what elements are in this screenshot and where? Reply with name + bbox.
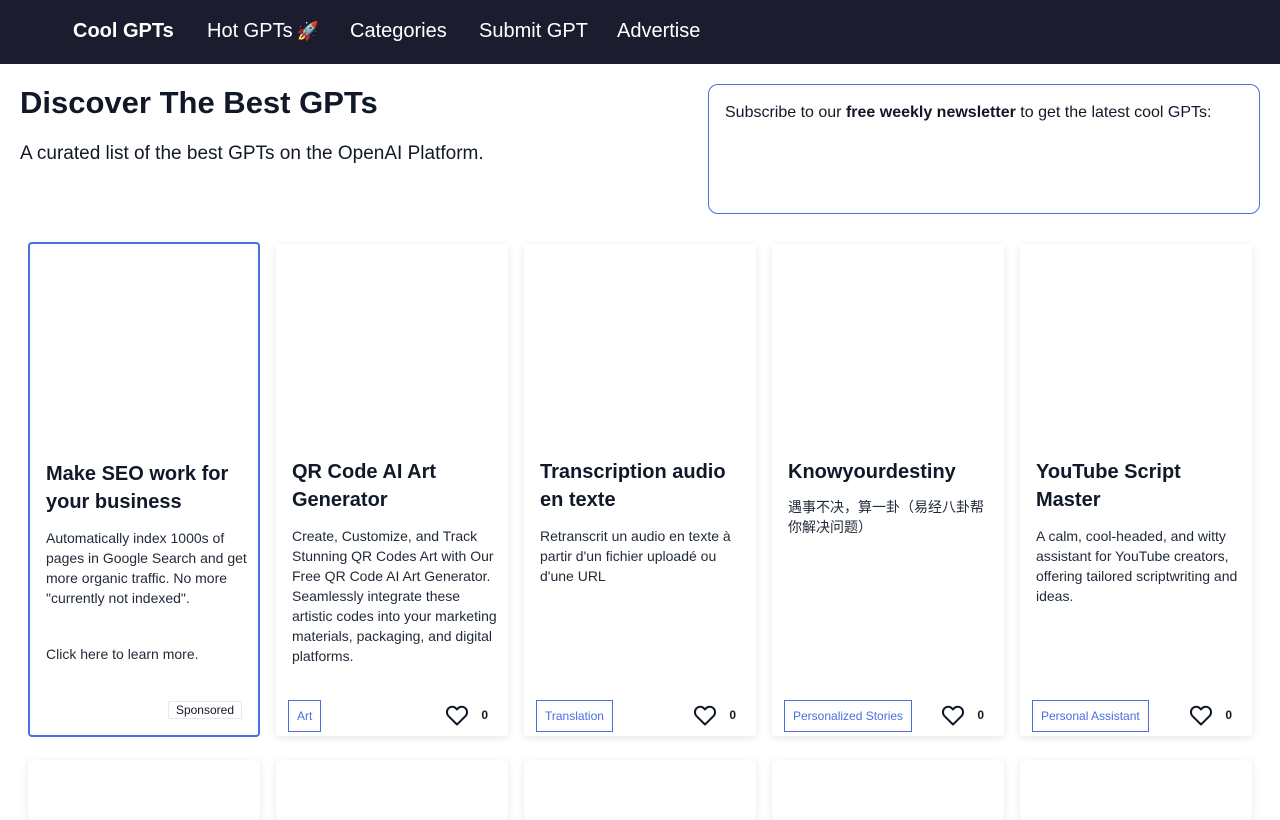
card-description: Retranscrit un audio en texte à partir d… [540, 528, 731, 584]
nav-link-categories[interactable]: Categories [350, 20, 447, 43]
nav-link-advertise[interactable]: Advertise [617, 20, 700, 43]
nav-link-hot-gpts-label: Hot GPTs [207, 20, 293, 42]
gpt-card-youtube-script[interactable]: YouTube Script Master A calm, cool-heade… [1020, 244, 1252, 736]
learn-more-link[interactable]: Click here to learn more. [46, 646, 199, 662]
nav-link-submit-gpt[interactable]: Submit GPT [479, 20, 588, 43]
newsletter-text-bold: free weekly newsletter [845, 104, 1016, 121]
heart-icon[interactable] [445, 704, 469, 726]
nav-link-hot-gpts[interactable]: Hot GPTs 🚀 [207, 20, 319, 43]
like-count: 0 [729, 708, 736, 722]
card-description: Create, Customize, and Track Stunning QR… [292, 528, 497, 664]
card-title: Make SEO work for your business [46, 463, 229, 513]
card-description: A calm, cool-headed, and witty assistant… [1036, 528, 1238, 604]
gpt-card-partial[interactable] [772, 760, 1004, 820]
like-control: 0 [693, 704, 736, 726]
newsletter-text-after: to get the latest cool GPTs: [1015, 104, 1212, 121]
card-description: Automatically index 1000s of pages in Go… [46, 530, 247, 606]
gpt-card-qr-code[interactable]: QR Code AI Art Generator Create, Customi… [276, 244, 508, 736]
like-count: 0 [1225, 708, 1232, 722]
heart-icon[interactable] [941, 704, 965, 726]
rocket-icon: 🚀 [296, 21, 319, 41]
card-title: Transcription audio en texte [540, 461, 726, 511]
gpt-card-partial[interactable] [276, 760, 508, 820]
like-control: 0 [1189, 704, 1232, 726]
gpt-card-partial[interactable] [524, 760, 756, 820]
sponsored-badge: Sponsored [167, 701, 242, 719]
newsletter-box: Subscribe to our free weekly newsletter … [708, 84, 1260, 214]
page-title: Discover The Best GPTs [20, 85, 378, 120]
category-tag-art[interactable]: Art [288, 700, 322, 732]
gpt-card-partial[interactable] [1020, 760, 1252, 820]
gpt-card-transcription[interactable]: Transcription audio en texte Retranscrit… [524, 244, 756, 736]
category-tag-translation[interactable]: Translation [536, 700, 613, 732]
gpt-card-knowyourdestiny[interactable]: Knowyourdestiny 遇事不决，算一卦（易经八卦帮你解决问题） Per… [772, 244, 1004, 736]
card-title: YouTube Script Master [1036, 461, 1181, 511]
top-navbar: Cool GPTs Hot GPTs 🚀 Categories Submit GP… [0, 0, 1280, 64]
like-control: 0 [941, 704, 984, 726]
sponsored-card[interactable]: Make SEO work for your business Automati… [28, 242, 260, 737]
heart-icon[interactable] [1189, 704, 1213, 726]
newsletter-text-before: Subscribe to our [725, 104, 846, 121]
category-tag-personal-assistant[interactable]: Personal Assistant [1032, 700, 1149, 732]
page-subtitle: A curated list of the best GPTs on the O… [20, 143, 484, 164]
gpt-card-partial[interactable] [28, 760, 260, 820]
card-title: Knowyourdestiny [788, 461, 956, 483]
brand-logo-link[interactable]: Cool GPTs [73, 20, 174, 43]
card-description: 遇事不决，算一卦（易经八卦帮你解决问题） [788, 500, 984, 536]
category-tag-personalized-stories[interactable]: Personalized Stories [784, 700, 913, 732]
heart-icon[interactable] [693, 704, 717, 726]
like-control: 0 [445, 704, 488, 726]
like-count: 0 [977, 708, 984, 722]
card-title: QR Code AI Art Generator [292, 461, 437, 511]
like-count: 0 [481, 708, 488, 722]
